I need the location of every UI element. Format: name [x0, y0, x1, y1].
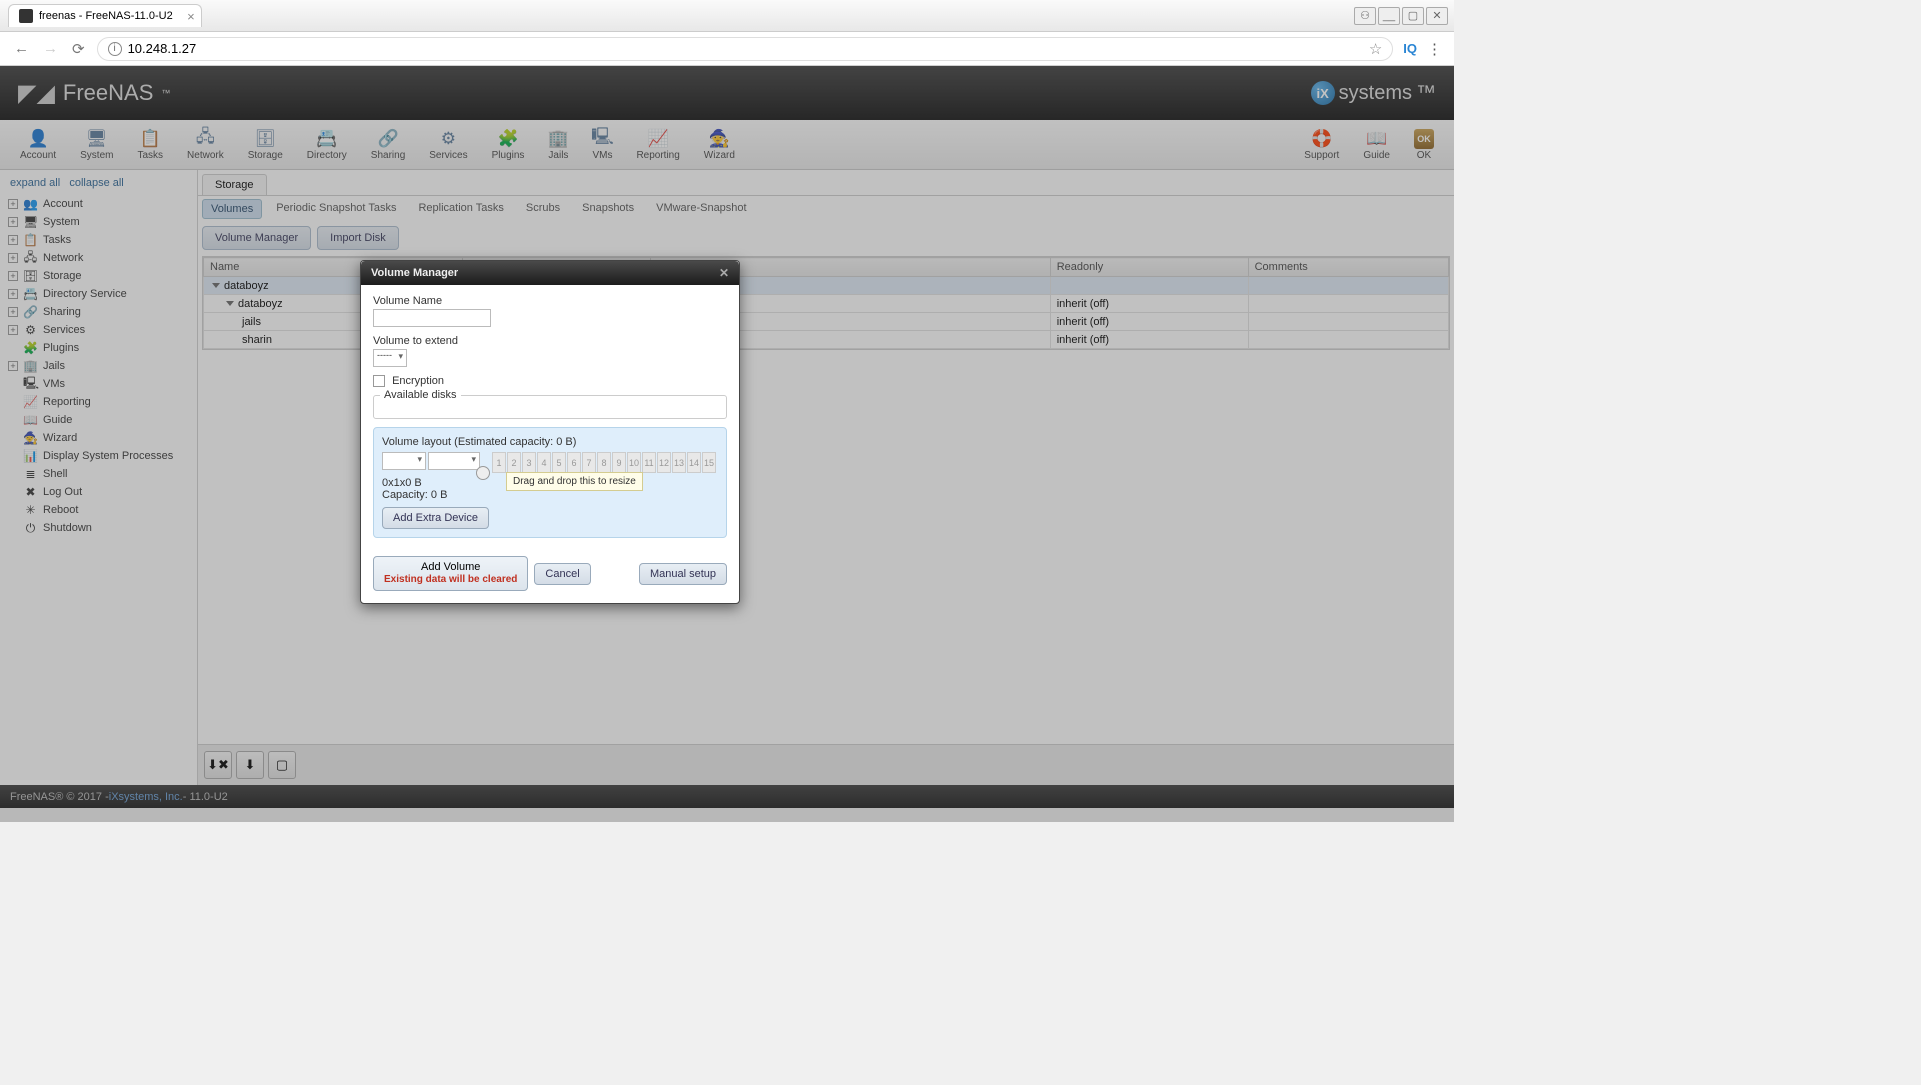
- add-extra-device-button[interactable]: Add Extra Device: [382, 507, 489, 529]
- volume-name-label: Volume Name: [373, 295, 727, 307]
- dialog-close-icon[interactable]: ✕: [719, 266, 729, 280]
- ruler-cell: 4: [537, 452, 551, 473]
- ruler-cell: 3: [522, 452, 536, 473]
- encryption-checkbox[interactable]: [373, 375, 385, 387]
- volume-manager-dialog: Volume Manager ✕ Volume Name Volume to e…: [360, 260, 740, 604]
- browser-tab[interactable]: freenas - FreeNAS-11.0-U2 ×: [8, 4, 202, 27]
- browser-toolbar: ← → ⟳ i ☆ IQ ⋮: [0, 32, 1454, 66]
- dialog-title: Volume Manager: [371, 267, 458, 279]
- ruler-cell: 14: [687, 452, 701, 473]
- window-close[interactable]: ✕: [1426, 7, 1448, 25]
- window-maximize[interactable]: ▢: [1402, 7, 1424, 25]
- ruler-cell: 1: [492, 452, 506, 473]
- ruler-cell: 10: [627, 452, 641, 473]
- ruler-cell: 7: [582, 452, 596, 473]
- ruler-cell: 6: [567, 452, 581, 473]
- ruler-cell: 8: [597, 452, 611, 473]
- tab-title: freenas - FreeNAS-11.0-U2: [39, 10, 173, 22]
- add-volume-button[interactable]: Add Volume Existing data will be cleared: [373, 556, 528, 591]
- volume-extend-select[interactable]: -----: [373, 349, 407, 367]
- nav-forward-icon[interactable]: →: [41, 40, 60, 57]
- bookmark-star-icon[interactable]: ☆: [1369, 40, 1382, 58]
- ruler-cell: 15: [702, 452, 716, 473]
- ruler-cell: 11: [642, 452, 656, 473]
- ruler-cell: 12: [657, 452, 671, 473]
- volume-extend-label: Volume to extend: [373, 335, 727, 347]
- volume-layout-box: Volume layout (Estimated capacity: 0 B) …: [373, 427, 727, 538]
- available-disks-fieldset: Available disks: [373, 395, 727, 419]
- layout-label: Volume layout (Estimated capacity: 0 B): [382, 436, 718, 448]
- iq-extension-icon[interactable]: IQ: [1403, 41, 1417, 56]
- layout-width-select[interactable]: [428, 452, 480, 470]
- ruler-cell: 5: [552, 452, 566, 473]
- manual-setup-button[interactable]: Manual setup: [639, 563, 727, 585]
- window-minimize[interactable]: __: [1378, 7, 1400, 25]
- resize-handle-icon[interactable]: [476, 466, 490, 480]
- tab-favicon: [19, 9, 33, 23]
- encryption-label: Encryption: [392, 375, 444, 387]
- dialog-titlebar[interactable]: Volume Manager ✕: [361, 261, 739, 285]
- browser-menu-icon[interactable]: ⋮: [1427, 40, 1442, 58]
- available-disks-label: Available disks: [380, 389, 461, 401]
- nav-back-icon[interactable]: ←: [12, 40, 31, 57]
- layout-type-select[interactable]: [382, 452, 426, 470]
- nav-reload-icon[interactable]: ⟳: [70, 40, 87, 58]
- user-icon[interactable]: ⚇: [1354, 7, 1376, 25]
- volume-name-input[interactable]: [373, 309, 491, 327]
- ruler-cell: 13: [672, 452, 686, 473]
- resize-tooltip: Drag and drop this to resize: [506, 472, 643, 491]
- ruler-cell: 2: [507, 452, 521, 473]
- ruler-cell: 9: [612, 452, 626, 473]
- site-info-icon[interactable]: i: [108, 42, 122, 56]
- url-input[interactable]: [128, 41, 1363, 56]
- address-bar[interactable]: i ☆: [97, 37, 1394, 61]
- layout-ruler[interactable]: Drag and drop this to resize 12345678910…: [492, 452, 716, 473]
- cancel-button[interactable]: Cancel: [534, 563, 590, 585]
- tab-close-icon[interactable]: ×: [187, 9, 195, 24]
- window-titlebar: freenas - FreeNAS-11.0-U2 × ⚇ __ ▢ ✕: [0, 0, 1454, 32]
